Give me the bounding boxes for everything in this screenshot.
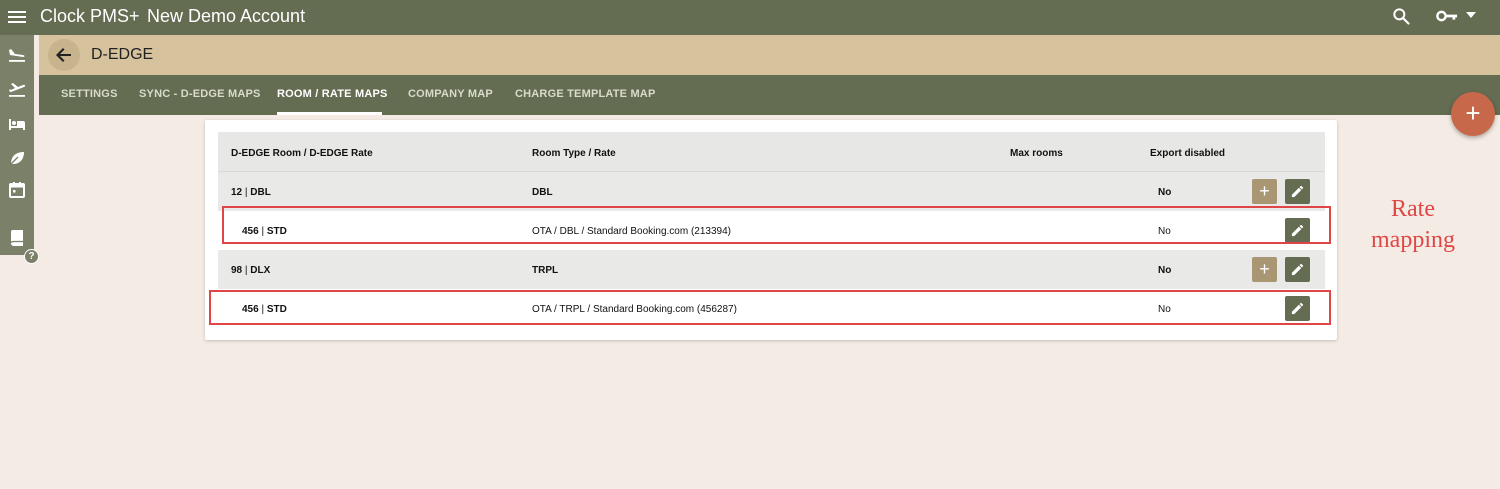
- room-type-rate-cell: TRPL: [532, 265, 559, 276]
- tab-bar: SETTINGS SYNC - D-EDGE MAPS ROOM / RATE …: [39, 75, 1500, 115]
- add-rate-button[interactable]: +: [1252, 179, 1277, 204]
- search-icon[interactable]: [1391, 6, 1411, 26]
- rate-mapping-highlight: [209, 290, 1331, 325]
- export-disabled-cell: No: [1158, 187, 1172, 198]
- tab-room-rate-maps[interactable]: ROOM / RATE MAPS: [277, 88, 388, 100]
- column-header-room-type-rate: Room Type / Rate: [532, 148, 616, 159]
- edit-button[interactable]: [1285, 257, 1310, 282]
- column-header-export-disabled: Export disabled: [1150, 148, 1226, 159]
- help-icon[interactable]: ?: [24, 249, 39, 264]
- d-edge-room-cell: 98 | DLX: [231, 265, 271, 276]
- account-name[interactable]: New Demo Account: [147, 6, 305, 27]
- leaf-icon[interactable]: [7, 148, 27, 168]
- calendar-icon[interactable]: [7, 180, 27, 200]
- tab-charge-template-map[interactable]: CHARGE TEMPLATE MAP: [515, 88, 655, 100]
- flight-land-icon[interactable]: [7, 44, 27, 64]
- arrow-left-icon: [56, 48, 71, 62]
- edit-button[interactable]: [1285, 179, 1310, 204]
- back-button[interactable]: [48, 39, 80, 71]
- room-type-rate-cell: DBL: [532, 187, 553, 198]
- table-header-row: D-EDGE Room / D-EDGE Rate Room Type / Ra…: [218, 132, 1325, 172]
- chevron-down-icon[interactable]: [1466, 12, 1476, 18]
- tab-settings[interactable]: SETTINGS: [61, 88, 118, 100]
- tab-company-map[interactable]: COMPANY MAP: [408, 88, 493, 100]
- pencil-icon: [1291, 263, 1304, 276]
- bed-icon[interactable]: [7, 114, 27, 134]
- side-navigation: [0, 35, 34, 255]
- app-name: Clock PMS+: [40, 6, 140, 26]
- page-title: D-EDGE: [91, 46, 154, 63]
- rate-mapping-highlight: [222, 206, 1331, 244]
- flight-takeoff-icon[interactable]: [7, 79, 27, 99]
- add-rate-button[interactable]: +: [1252, 257, 1277, 282]
- book-icon[interactable]: [7, 228, 27, 248]
- add-fab-button[interactable]: +: [1451, 92, 1495, 136]
- tab-sync-d-edge-maps[interactable]: SYNC - D-EDGE MAPS: [139, 88, 261, 100]
- active-tab-indicator: [277, 112, 382, 115]
- page-header: D-EDGE: [39, 35, 1500, 75]
- export-disabled-cell: No: [1158, 265, 1172, 276]
- column-header-max-rooms: Max rooms: [1010, 148, 1063, 159]
- rate-mapping-annotation: Rate mapping: [1371, 196, 1455, 253]
- top-app-bar: Clock PMS+ New Demo Account: [0, 0, 1500, 35]
- column-header-d-edge-room-rate: D-EDGE Room / D-EDGE Rate: [231, 148, 373, 159]
- key-icon[interactable]: [1436, 9, 1458, 23]
- pencil-icon: [1291, 185, 1304, 198]
- d-edge-room-cell: 12 | DBL: [231, 187, 271, 198]
- table-row: 98 | DLX TRPL No +: [218, 250, 1325, 289]
- hamburger-icon[interactable]: [8, 8, 26, 26]
